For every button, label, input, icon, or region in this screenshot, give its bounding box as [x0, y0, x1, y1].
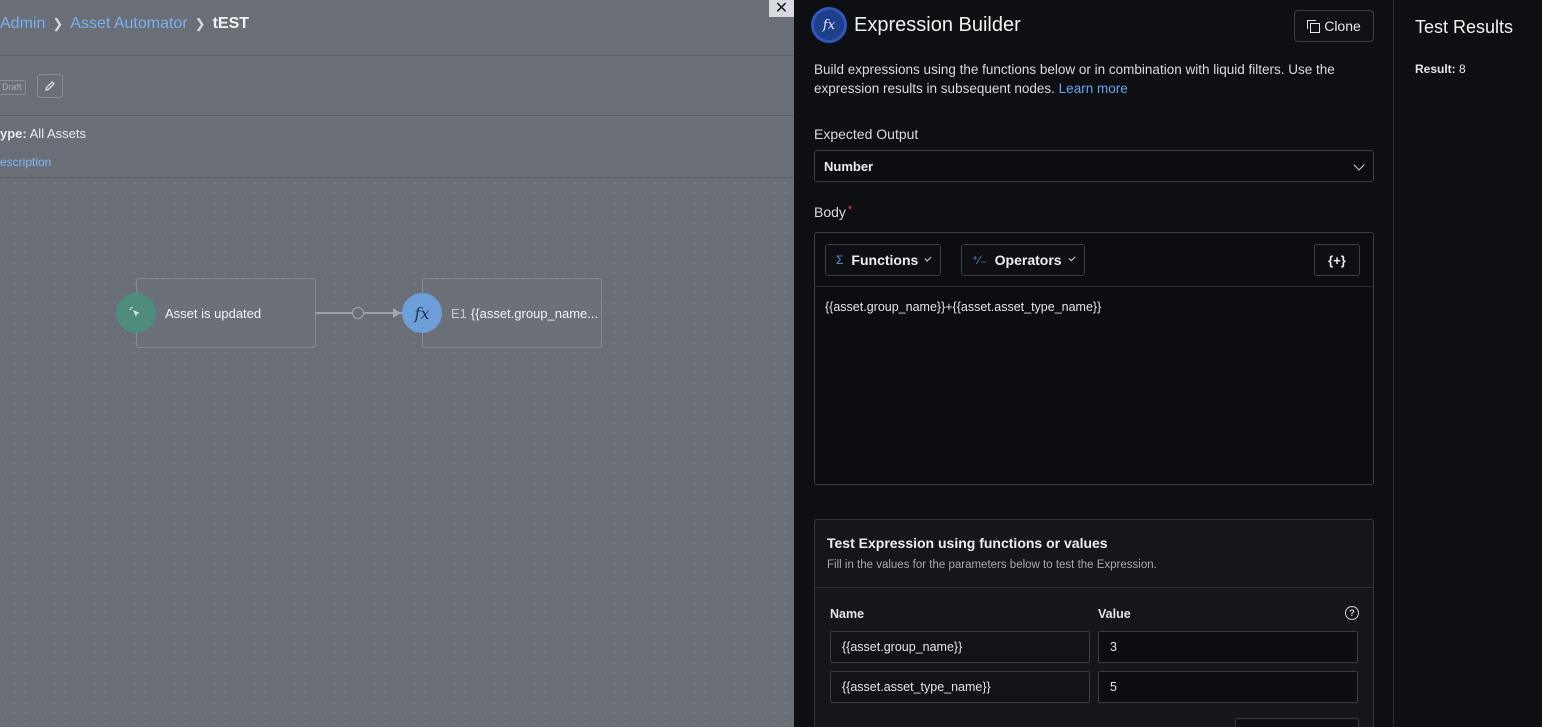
sigma-icon: Σ [836, 253, 844, 267]
clone-button[interactable]: Clone [1294, 10, 1374, 42]
expression-node-label: E1 {{asset.group_name... [423, 306, 598, 321]
fx-icon: fx [811, 7, 847, 43]
fx-icon: fx [402, 293, 442, 333]
cursor-click-icon [116, 293, 156, 333]
chevron-down-icon [924, 254, 932, 262]
trigger-node[interactable]: Asset is updated [136, 278, 316, 348]
workflow-canvas-area: Admin ❯ Asset Automator ❯ tEST Draft ype… [0, 0, 794, 727]
breadcrumb-asset-automator[interactable]: Asset Automator [70, 15, 187, 33]
expression-input[interactable]: {{asset.group_name}}+{{asset.asset_type_… [825, 300, 1101, 314]
functions-label: Functions [851, 252, 919, 268]
expression-builder-panel: fx Expression Builder Clone Build expres… [794, 0, 1394, 727]
chevron-right-icon: ❯ [194, 16, 206, 31]
name-column-header: Name [830, 607, 865, 621]
learn-more-link[interactable]: Learn more [1059, 81, 1128, 96]
chevron-right-icon: ❯ [52, 16, 64, 31]
expected-output-select[interactable]: Number [814, 150, 1374, 182]
pencil-icon [45, 81, 55, 91]
divider [0, 115, 794, 116]
panel-title: Expression Builder [854, 14, 1021, 36]
clone-button-label: Clone [1324, 18, 1361, 34]
test-results-panel: Test Results Result: 8 [1395, 0, 1542, 727]
panel-header: fx Expression Builder Clone [794, 0, 1394, 52]
operators-dropdown[interactable]: ⁺⁄₋ Operators [961, 244, 1085, 276]
divider [815, 587, 1373, 588]
close-icon[interactable]: ✕ [769, 0, 794, 17]
copy-icon [1307, 20, 1321, 33]
expression-node-text: {{asset.group_name... [470, 305, 599, 321]
result-label: Result: [1415, 62, 1456, 76]
test-section-subtitle: Fill in the values for the parameters be… [827, 559, 1157, 571]
expected-output-value: Number [824, 158, 874, 174]
breadcrumb-admin[interactable]: Admin [0, 15, 45, 33]
insert-placeholder-button[interactable]: {+} [1314, 244, 1360, 276]
operators-label: Operators [994, 252, 1062, 268]
divider [0, 55, 794, 56]
param-value-input[interactable]: 3 [1098, 631, 1358, 663]
expression-editor: Σ Functions ⁺⁄₋ Operators {+} {{asset.gr… [814, 232, 1374, 485]
workflow-type: ype: All Assets [0, 126, 86, 141]
result-value: 8 [1459, 62, 1466, 76]
workflow-type-value: All Assets [29, 126, 86, 141]
body-label-text: Body [814, 204, 846, 220]
breadcrumb: Admin ❯ Asset Automator ❯ tEST [0, 14, 249, 34]
edit-button[interactable] [37, 74, 63, 98]
workflow-type-label: ype: [0, 126, 27, 141]
required-marker: * [847, 204, 853, 216]
result-line: Result: 8 [1415, 62, 1466, 76]
help-icon[interactable]: ? [1345, 606, 1359, 620]
test-button[interactable] [1235, 718, 1359, 727]
chevron-down-icon [1068, 254, 1076, 262]
breadcrumb-current: tEST [212, 15, 250, 32]
param-name-field: {{asset.group_name}} [830, 631, 1090, 663]
plus-minus-icon: ⁺⁄₋ [972, 253, 987, 267]
param-name-field: {{asset.asset_type_name}} [830, 671, 1090, 703]
value-column-header: Value [1098, 607, 1131, 621]
intro-text: Build expressions using the functions be… [814, 60, 1374, 98]
workflow-grid [0, 178, 794, 727]
test-results-title: Test Results [1415, 17, 1514, 37]
functions-dropdown[interactable]: Σ Functions [825, 244, 941, 276]
test-section-title: Test Expression using functions or value… [827, 535, 1108, 551]
chevron-down-icon [1353, 159, 1365, 171]
expression-node[interactable]: E1 {{asset.group_name... [422, 278, 602, 348]
expected-output-label: Expected Output [814, 126, 919, 142]
status-badge: Draft [0, 80, 26, 95]
editor-toolbar: Σ Functions ⁺⁄₋ Operators {+} [815, 233, 1373, 287]
connector-handle[interactable] [352, 307, 364, 319]
param-value-input[interactable]: 5 [1098, 671, 1358, 703]
connector-arrow [393, 308, 401, 318]
expression-node-id: E1 [451, 305, 467, 321]
test-expression-section: Test Expression using functions or value… [814, 519, 1374, 727]
body-label: Body * [814, 204, 852, 220]
description-link[interactable]: escription [0, 155, 51, 169]
